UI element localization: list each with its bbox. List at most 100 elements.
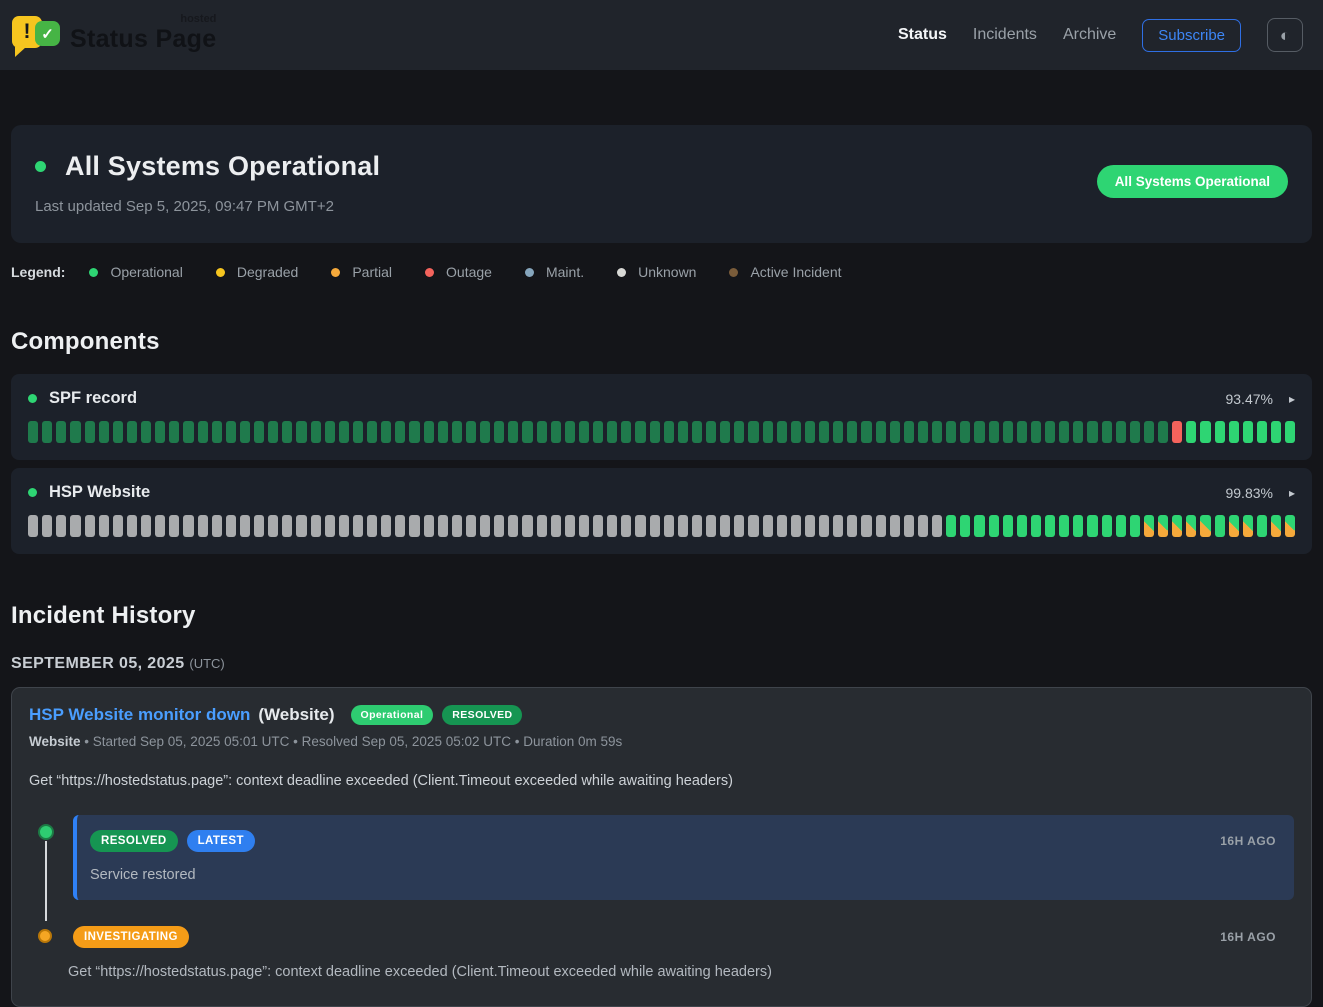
uptime-bar-unknown[interactable] [551, 515, 561, 537]
uptime-bar-op[interactable] [1271, 421, 1281, 443]
uptime-bar-op_dim[interactable] [1017, 421, 1027, 443]
uptime-bar-op_dim[interactable] [1116, 421, 1126, 443]
uptime-bar-unknown[interactable] [706, 515, 716, 537]
uptime-bar-op[interactable] [989, 515, 999, 537]
uptime-bar-op_dim[interactable] [1102, 421, 1112, 443]
uptime-bar-op_dim[interactable] [861, 421, 871, 443]
uptime-bar-unknown[interactable] [282, 515, 292, 537]
uptime-bar-op_dim[interactable] [438, 421, 448, 443]
uptime-bar-partial[interactable] [1200, 515, 1210, 537]
uptime-bar-op_dim[interactable] [720, 421, 730, 443]
nav-item-incidents[interactable]: Incidents [973, 26, 1037, 44]
uptime-bar-op[interactable] [1102, 515, 1112, 537]
uptime-bar-unknown[interactable] [650, 515, 660, 537]
uptime-bar-unknown[interactable] [734, 515, 744, 537]
uptime-bar-op_dim[interactable] [508, 421, 518, 443]
incident-title-link[interactable]: HSP Website monitor down [29, 705, 250, 725]
uptime-bar-unknown[interactable] [861, 515, 871, 537]
uptime-bar-op_dim[interactable] [989, 421, 999, 443]
component-header[interactable]: SPF record 93.47% ▸ [28, 389, 1295, 408]
uptime-bar-op_dim[interactable] [565, 421, 575, 443]
uptime-bar-op_dim[interactable] [1003, 421, 1013, 443]
uptime-bar-unknown[interactable] [621, 515, 631, 537]
uptime-bar-partial[interactable] [1172, 515, 1182, 537]
uptime-bar-op_dim[interactable] [918, 421, 928, 443]
uptime-bar-unknown[interactable] [890, 515, 900, 537]
uptime-bar-op_dim[interactable] [466, 421, 476, 443]
uptime-bar-op_dim[interactable] [141, 421, 151, 443]
uptime-bar-partial[interactable] [1243, 515, 1253, 537]
uptime-bar-op_dim[interactable] [56, 421, 66, 443]
uptime-bar-op_dim[interactable] [494, 421, 504, 443]
uptime-bar-op_dim[interactable] [551, 421, 561, 443]
uptime-bar-op_dim[interactable] [706, 421, 716, 443]
uptime-bar-unknown[interactable] [296, 515, 306, 537]
uptime-bar-op_dim[interactable] [42, 421, 52, 443]
logo[interactable]: ! ✓ hosted Status Page [12, 13, 216, 57]
uptime-bar-op_dim[interactable] [1073, 421, 1083, 443]
uptime-bar-unknown[interactable] [339, 515, 349, 537]
uptime-bar-unknown[interactable] [268, 515, 278, 537]
uptime-bar-op_dim[interactable] [974, 421, 984, 443]
uptime-bar-op_dim[interactable] [876, 421, 886, 443]
uptime-bar-op[interactable] [1003, 515, 1013, 537]
uptime-bar-op_dim[interactable] [932, 421, 942, 443]
uptime-bar-op_dim[interactable] [452, 421, 462, 443]
uptime-bar-op[interactable] [960, 515, 970, 537]
subscribe-button[interactable]: Subscribe [1142, 19, 1241, 52]
uptime-bar-op_dim[interactable] [127, 421, 137, 443]
uptime-bar-op[interactable] [1215, 515, 1225, 537]
expand-arrow-icon[interactable]: ▸ [1289, 486, 1295, 500]
uptime-bar-op_dim[interactable] [607, 421, 617, 443]
uptime-bar-op[interactable] [1229, 421, 1239, 443]
uptime-bar-unknown[interactable] [353, 515, 363, 537]
uptime-bar-op_dim[interactable] [353, 421, 363, 443]
uptime-bar-op_dim[interactable] [1130, 421, 1140, 443]
uptime-bar-op_dim[interactable] [226, 421, 236, 443]
uptime-bar-unknown[interactable] [409, 515, 419, 537]
uptime-bar-unknown[interactable] [169, 515, 179, 537]
uptime-bar-op_dim[interactable] [593, 421, 603, 443]
uptime-bar-op_dim[interactable] [1087, 421, 1097, 443]
uptime-bar-op_dim[interactable] [28, 421, 38, 443]
uptime-bar-unknown[interactable] [466, 515, 476, 537]
uptime-bar-op_dim[interactable] [268, 421, 278, 443]
uptime-bar-unknown[interactable] [918, 515, 928, 537]
uptime-bar-unknown[interactable] [438, 515, 448, 537]
uptime-bar-unknown[interactable] [198, 515, 208, 537]
uptime-bar-op_dim[interactable] [960, 421, 970, 443]
uptime-bar-op_dim[interactable] [819, 421, 829, 443]
uptime-bar-unknown[interactable] [240, 515, 250, 537]
uptime-bar-unknown[interactable] [494, 515, 504, 537]
uptime-bar-op[interactable] [1031, 515, 1041, 537]
uptime-bar-op_dim[interactable] [522, 421, 532, 443]
uptime-bar-unknown[interactable] [664, 515, 674, 537]
uptime-bar-op_dim[interactable] [155, 421, 165, 443]
uptime-bar-op_dim[interactable] [748, 421, 758, 443]
uptime-bar-op[interactable] [1257, 421, 1267, 443]
uptime-bar-op_dim[interactable] [734, 421, 744, 443]
uptime-bar-unknown[interactable] [876, 515, 886, 537]
uptime-bar-op_dim[interactable] [85, 421, 95, 443]
uptime-bar-unknown[interactable] [113, 515, 123, 537]
uptime-bar-op_dim[interactable] [70, 421, 80, 443]
uptime-bar-partial[interactable] [1229, 515, 1239, 537]
uptime-bar-unknown[interactable] [522, 515, 532, 537]
uptime-bar-op_dim[interactable] [169, 421, 179, 443]
uptime-bar-unknown[interactable] [226, 515, 236, 537]
uptime-bar-op_dim[interactable] [763, 421, 773, 443]
uptime-bar-unknown[interactable] [183, 515, 193, 537]
uptime-bar-op_dim[interactable] [664, 421, 674, 443]
uptime-bar-op[interactable] [1186, 421, 1196, 443]
uptime-bar-op_dim[interactable] [339, 421, 349, 443]
uptime-bar-op_dim[interactable] [99, 421, 109, 443]
expand-arrow-icon[interactable]: ▸ [1289, 392, 1295, 406]
uptime-bar-unknown[interactable] [155, 515, 165, 537]
uptime-bar-outage[interactable] [1172, 421, 1182, 443]
uptime-bar-op_dim[interactable] [692, 421, 702, 443]
uptime-bar-op_dim[interactable] [254, 421, 264, 443]
uptime-bar-unknown[interactable] [254, 515, 264, 537]
uptime-bar-op[interactable] [1087, 515, 1097, 537]
uptime-bar-op_dim[interactable] [367, 421, 377, 443]
uptime-bar-op_dim[interactable] [240, 421, 250, 443]
